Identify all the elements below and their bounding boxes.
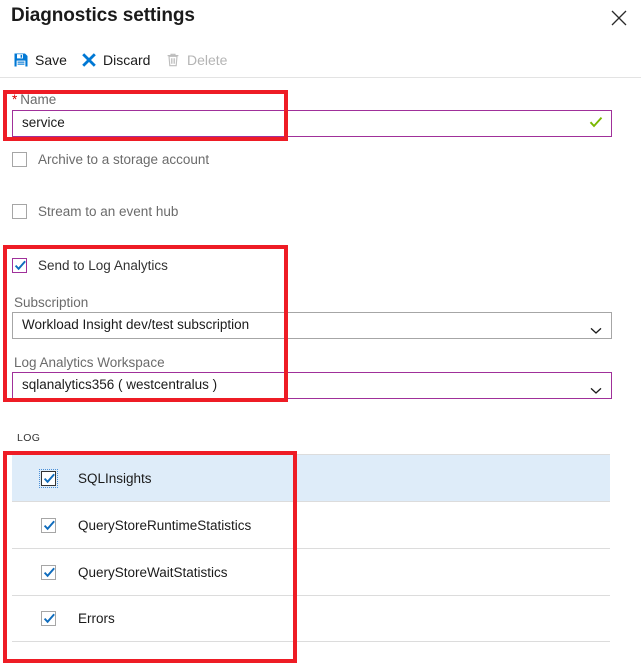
chevron-down-icon	[590, 382, 602, 400]
checkmark-icon	[589, 115, 603, 131]
subscription-value: Workload Insight dev/test subscription	[22, 317, 249, 332]
save-label: Save	[35, 52, 67, 68]
page-title: Diagnostics settings	[11, 5, 195, 27]
log-row-label: QueryStoreRuntimeStatistics	[78, 518, 251, 533]
table-row[interactable]: SQLInsights	[12, 454, 610, 501]
name-label-text: Name	[20, 92, 56, 107]
log-checkbox-querystorewaitstatistics[interactable]	[41, 565, 56, 580]
delete-button: Delete	[164, 49, 227, 70]
workspace-label: Log Analytics Workspace	[14, 355, 165, 370]
log-row-label: QueryStoreWaitStatistics	[78, 565, 228, 580]
name-input-value: service	[22, 115, 65, 130]
log-row-label: SQLInsights	[78, 471, 152, 486]
archive-storage-checkbox[interactable]	[12, 152, 27, 167]
save-button[interactable]: Save	[12, 49, 67, 70]
table-row[interactable]: Errors	[12, 595, 610, 642]
trash-icon	[164, 51, 181, 68]
archive-storage-label: Archive to a storage account	[38, 152, 209, 167]
send-log-analytics-checkbox-row[interactable]: Send to Log Analytics	[12, 255, 168, 275]
log-section-header: LOG	[17, 432, 40, 444]
send-log-analytics-label: Send to Log Analytics	[38, 258, 168, 273]
archive-storage-checkbox-row[interactable]: Archive to a storage account	[12, 149, 209, 169]
diagnostics-settings-blade: Diagnostics settings Save	[0, 0, 641, 671]
log-checkbox-querystoreruntimestatistics[interactable]	[41, 518, 56, 533]
discard-button[interactable]: Discard	[80, 49, 150, 70]
table-row[interactable]: QueryStoreRuntimeStatistics	[12, 501, 610, 548]
name-input[interactable]: service	[12, 110, 612, 137]
subscription-label: Subscription	[14, 295, 88, 310]
stream-event-hub-label: Stream to an event hub	[38, 204, 178, 219]
log-checkbox-sqlinsights[interactable]	[41, 471, 56, 486]
stream-event-hub-checkbox[interactable]	[12, 204, 27, 219]
table-row[interactable]: QueryStoreWaitStatistics	[12, 548, 610, 595]
required-marker: *	[12, 92, 17, 107]
log-table: SQLInsights QueryStoreRuntimeStatistics …	[12, 454, 610, 642]
send-log-analytics-checkbox[interactable]	[12, 258, 27, 273]
workspace-dropdown[interactable]: sqlanalytics356 ( westcentralus )	[12, 372, 612, 399]
title-bar: Diagnostics settings	[0, 0, 641, 40]
discard-label: Discard	[103, 52, 150, 68]
subscription-dropdown[interactable]: Workload Insight dev/test subscription	[12, 312, 612, 339]
close-icon[interactable]	[607, 6, 631, 30]
chevron-down-icon	[590, 322, 602, 340]
name-label: *Name	[12, 92, 56, 107]
save-floppy-icon	[12, 51, 29, 68]
workspace-value: sqlanalytics356 ( westcentralus )	[22, 377, 217, 392]
delete-label: Delete	[187, 52, 227, 68]
stream-event-hub-checkbox-row[interactable]: Stream to an event hub	[12, 201, 178, 221]
command-bar: Save Discard Delete	[0, 40, 641, 78]
log-checkbox-errors[interactable]	[41, 611, 56, 626]
log-row-label: Errors	[78, 611, 115, 626]
discard-x-icon	[80, 51, 97, 68]
